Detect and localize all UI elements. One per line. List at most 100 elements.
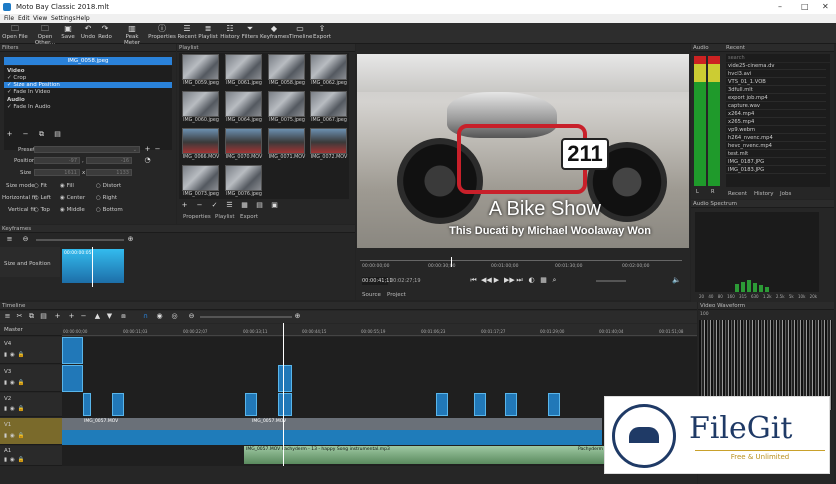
redo-button[interactable]: ↷ Redo bbox=[97, 23, 113, 44]
tab-playlist[interactable]: Playlist bbox=[215, 214, 235, 220]
peak-meter-button[interactable]: ▥ Peak Meter bbox=[118, 23, 146, 46]
recent-item[interactable]: test.mlt bbox=[726, 151, 826, 158]
track-header-v3[interactable]: V3 ▮◉🔒 bbox=[0, 365, 62, 392]
recent-search-input[interactable]: search bbox=[726, 54, 830, 62]
radio-distort[interactable]: ○ Distort bbox=[96, 183, 121, 189]
playlist-thumb[interactable] bbox=[182, 91, 219, 117]
video-preview[interactable]: 211 A Bike Show This Ducati by Michael W… bbox=[357, 54, 689, 248]
timeline-zoom-slider[interactable] bbox=[200, 316, 292, 318]
menu-edit[interactable]: Edit bbox=[18, 15, 30, 22]
filter-crop[interactable]: ✓ Crop bbox=[7, 75, 26, 81]
track-controls[interactable]: ▮◉🔒 bbox=[4, 352, 28, 358]
recent-item[interactable]: vide25-cinema.dv bbox=[726, 63, 826, 70]
radio-bottom[interactable]: ○ Bottom bbox=[96, 207, 123, 213]
add-to-playlist-icon[interactable]: + bbox=[181, 202, 188, 209]
current-timecode[interactable]: 00:00:41;11 bbox=[362, 277, 393, 285]
timeline-button[interactable]: ▭ Timeline bbox=[289, 23, 312, 44]
menu-settings[interactable]: Settings bbox=[51, 15, 76, 22]
ripple-icon[interactable]: ◎ bbox=[171, 313, 178, 320]
rewind-icon[interactable]: ◀◀ bbox=[481, 277, 492, 284]
radio-middle[interactable]: ◉ Middle bbox=[60, 207, 85, 213]
add-filter-icon[interactable]: + bbox=[6, 131, 13, 138]
playlist-thumb[interactable] bbox=[225, 165, 262, 191]
play-icon[interactable]: ▶ bbox=[493, 277, 500, 284]
playlist-thumb[interactable] bbox=[268, 128, 305, 154]
v2-clip[interactable] bbox=[474, 393, 486, 416]
v3-clip[interactable] bbox=[62, 365, 83, 392]
skip-previous-icon[interactable]: ⏮ bbox=[470, 277, 477, 284]
radio-top[interactable]: ○ Top bbox=[34, 207, 50, 213]
zoom-slider[interactable] bbox=[36, 239, 124, 241]
open-file-button[interactable]: 🗀 Open File bbox=[2, 23, 28, 44]
playlist-menu-icon[interactable]: ▣ bbox=[271, 202, 278, 209]
recent-item[interactable]: IMG_0183.JPG bbox=[726, 167, 826, 174]
playlist-thumb[interactable] bbox=[310, 91, 347, 117]
filter-fade-in-video[interactable]: ✓ Fade In Video bbox=[7, 89, 50, 95]
view-icons-icon[interactable]: ▤ bbox=[256, 202, 263, 209]
tab-source[interactable]: Source bbox=[362, 292, 381, 298]
volume-icon[interactable]: 🔈 bbox=[672, 277, 681, 284]
paste-filter-icon[interactable]: ▤ bbox=[54, 131, 61, 138]
playlist-thumb[interactable] bbox=[182, 128, 219, 154]
recent-item[interactable]: h264_nvenc.mp4 bbox=[726, 135, 826, 142]
playlist-thumb[interactable] bbox=[268, 54, 305, 80]
snap-icon[interactable]: ∩ bbox=[142, 313, 149, 320]
zoom-icon[interactable]: ⌕ bbox=[551, 277, 558, 284]
track-controls[interactable]: ▮◉🔒 bbox=[4, 457, 28, 463]
track-header-v4[interactable]: V4 ▮◉🔒 bbox=[0, 337, 62, 364]
player-playhead[interactable] bbox=[451, 257, 452, 267]
v2-clip[interactable] bbox=[83, 393, 91, 416]
recent-item[interactable]: vp9.webm bbox=[726, 127, 826, 134]
playlist-thumb[interactable] bbox=[225, 54, 262, 80]
tab-recent[interactable]: Recent bbox=[728, 191, 747, 197]
copy-icon[interactable]: ⧉ bbox=[28, 313, 35, 320]
menu-icon[interactable]: ≡ bbox=[4, 313, 11, 320]
menu-view[interactable]: View bbox=[33, 15, 47, 22]
menu-help[interactable]: Help bbox=[76, 15, 90, 22]
v2-clip[interactable] bbox=[505, 393, 517, 416]
filter-size-position[interactable]: ✓ Size and Position bbox=[4, 82, 172, 88]
volume-slider[interactable] bbox=[596, 280, 626, 282]
filter-list[interactable]: Video ✓ Crop ✓ Size and Position ✓ Fade … bbox=[4, 66, 172, 150]
remove-icon[interactable]: − bbox=[80, 313, 87, 320]
tab-export[interactable]: Export bbox=[240, 214, 258, 220]
remove-filter-icon[interactable]: − bbox=[22, 131, 29, 138]
track-header-v2[interactable]: V2 ▮◉🔒 bbox=[0, 393, 62, 417]
tab-project[interactable]: Project bbox=[387, 292, 406, 298]
keyframe-icon[interactable]: ◔ bbox=[144, 157, 151, 164]
playlist-thumb[interactable] bbox=[225, 91, 262, 117]
split-icon[interactable]: ⧈ bbox=[120, 313, 127, 320]
v2-clip[interactable] bbox=[278, 393, 292, 416]
keyframes-button[interactable]: ◆ Keyframes bbox=[260, 23, 289, 44]
properties-button[interactable]: ⓘ Properties bbox=[148, 23, 176, 44]
radio-fill[interactable]: ◉ Fill bbox=[60, 183, 74, 189]
menu-file[interactable]: File bbox=[4, 15, 14, 22]
history-button[interactable]: ☷ History bbox=[220, 23, 240, 44]
grid-icon[interactable]: ▦ bbox=[540, 277, 547, 284]
recent-item[interactable]: capture.wav bbox=[726, 103, 826, 110]
undo-button[interactable]: ↶ Undo bbox=[80, 23, 96, 44]
view-list-icon[interactable]: ☰ bbox=[226, 202, 233, 209]
size-h-input[interactable]: 1133 bbox=[86, 169, 132, 176]
delete-preset-icon[interactable]: − bbox=[154, 146, 161, 153]
track-controls[interactable]: ▮◉🔒 bbox=[4, 406, 28, 412]
view-grid-icon[interactable]: ▦ bbox=[241, 202, 248, 209]
zoom-in-icon[interactable]: ⊕ bbox=[127, 236, 134, 243]
playlist-thumb[interactable] bbox=[310, 128, 347, 154]
v1-clip[interactable] bbox=[62, 418, 602, 445]
zoom-out-icon[interactable]: ⊖ bbox=[188, 313, 195, 320]
copy-filter-icon[interactable]: ⧉ bbox=[38, 131, 45, 138]
append-icon[interactable]: + bbox=[54, 313, 61, 320]
add-icon[interactable]: + bbox=[68, 313, 75, 320]
overwrite-icon[interactable]: ▼ bbox=[106, 313, 113, 320]
playlist-thumb[interactable] bbox=[182, 54, 219, 80]
playlist-thumb[interactable] bbox=[310, 54, 347, 80]
radio-center[interactable]: ◉ Center bbox=[60, 195, 85, 201]
v2-clip[interactable] bbox=[112, 393, 124, 416]
radio-right[interactable]: ○ Right bbox=[96, 195, 117, 201]
recent-item[interactable]: export job.mp4 bbox=[726, 95, 826, 102]
recent-button[interactable]: ☰ Recent bbox=[177, 23, 197, 44]
tab-properties[interactable]: Properties bbox=[183, 214, 211, 220]
export-button[interactable]: ⇪ Export bbox=[312, 23, 332, 44]
filter-fade-in-audio[interactable]: ✓ Fade In Audio bbox=[7, 104, 51, 110]
